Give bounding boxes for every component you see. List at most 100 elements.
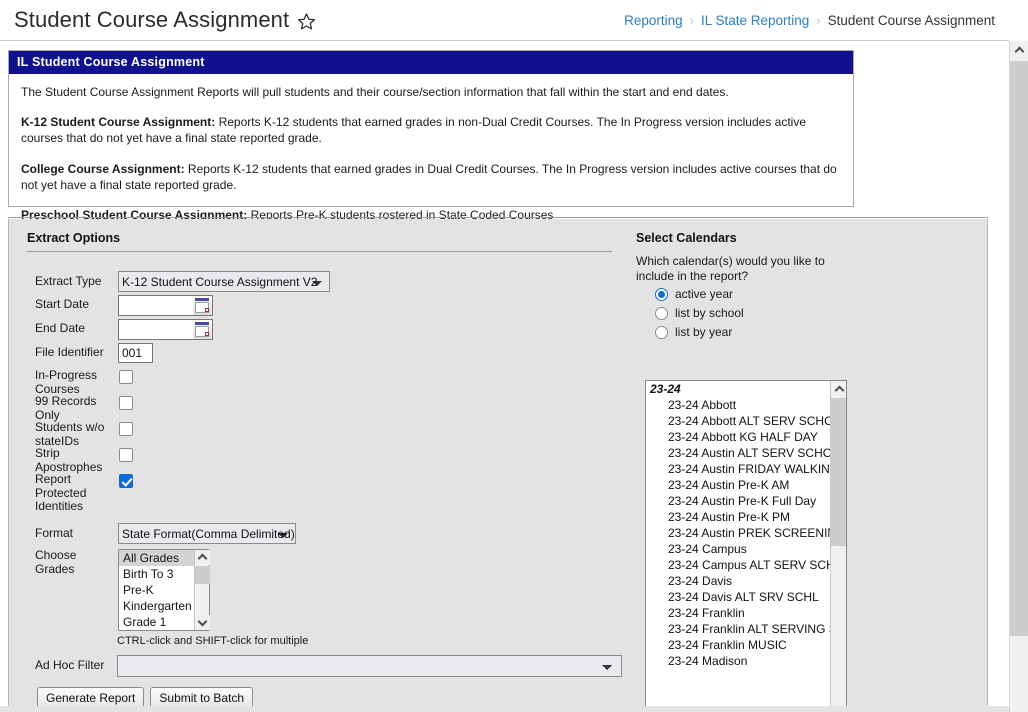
- format-label: Format: [35, 526, 74, 540]
- report-protected-identities-row: Report Protected Identities: [35, 472, 133, 514]
- page-scrollbar[interactable]: [1009, 41, 1028, 712]
- description-card: IL Student Course Assignment The Student…: [8, 50, 854, 222]
- report-protected-identities-checkbox[interactable]: [119, 474, 133, 488]
- list-item[interactable]: 23-24 Franklin: [646, 605, 830, 621]
- list-item[interactable]: 23-24 Abbott ALT SERV SCHOOL: [646, 413, 830, 429]
- extract-type-label: Extract Type: [35, 274, 102, 288]
- choose-grades-scrollbar[interactable]: [194, 550, 210, 630]
- 99-records-only-row: 99 Records Only: [35, 394, 133, 422]
- list-item[interactable]: 23-24 Austin FRIDAY WALKINS: [646, 461, 830, 477]
- content-divider: [8, 217, 988, 218]
- radio-list-by-school[interactable]: list by school: [655, 306, 744, 320]
- strip-apostrophes-label: Strip Apostrophes: [35, 446, 103, 474]
- radio-active-year-label: active year: [675, 287, 734, 301]
- list-item[interactable]: 23-24 Franklin MUSIC: [646, 637, 830, 653]
- radio-list-by-school-label: list by school: [675, 306, 744, 320]
- breadcrumb-item-current: Student Course Assignment: [827, 12, 995, 28]
- radio-list-by-school-input[interactable]: [655, 306, 668, 320]
- scrollbar-thumb[interactable]: [195, 566, 210, 584]
- scrollbar-thumb[interactable]: [831, 398, 846, 546]
- students-wo-stateids-checkbox[interactable]: [119, 422, 133, 436]
- choose-grades-label: Choose Grades: [35, 548, 77, 576]
- chevron-up-icon[interactable]: [831, 381, 846, 397]
- radio-list-by-year-label: list by year: [675, 325, 733, 339]
- description-paragraph-text: The Student Course Assignment Reports wi…: [21, 85, 729, 99]
- list-item[interactable]: 23-24 Campus: [646, 541, 830, 557]
- list-item[interactable]: 23-24 Abbott KG HALF DAY: [646, 429, 830, 445]
- calendar-list[interactable]: 23-24 23-24 Abbott 23-24 Abbott ALT SERV…: [645, 380, 847, 712]
- list-item[interactable]: 23-24 Austin Pre-K AM: [646, 477, 830, 493]
- file-identifier-label: File Identifier: [35, 345, 104, 359]
- chevron-right-icon: ›: [816, 12, 821, 28]
- format-select[interactable]: State Format(Comma Delimited): [118, 523, 296, 544]
- calendar-list-scrollbar[interactable]: [830, 381, 846, 712]
- chevron-up-icon[interactable]: [195, 550, 210, 565]
- students-wo-stateids-row: Students w/o stateIDs: [35, 420, 133, 448]
- list-item[interactable]: 23-24 Austin ALT SERV SCHOOL: [646, 445, 830, 461]
- end-date-row: End Date: [35, 319, 213, 340]
- extract-options-title: Extract Options: [27, 231, 121, 245]
- radio-active-year-input[interactable]: [655, 287, 668, 301]
- ad-hoc-filter-select[interactable]: [117, 655, 622, 677]
- description-banner-title: IL Student Course Assignment: [9, 51, 853, 74]
- list-item[interactable]: 23-24 Campus ALT SERV SCHOOL: [646, 557, 830, 573]
- list-item[interactable]: 23-24 Davis: [646, 573, 830, 589]
- 99-records-only-checkbox[interactable]: [119, 396, 133, 410]
- radio-active-year[interactable]: active year: [655, 287, 744, 301]
- extract-options-panel: Extract Options Extract Type K-12 Studen…: [9, 219, 629, 710]
- description-paragraph-label: K-12 Student Course Assignment:: [21, 115, 216, 130]
- description-paragraph-label: College Course Assignment:: [21, 161, 185, 176]
- start-date-input[interactable]: [118, 295, 193, 316]
- list-item[interactable]: 23-24 Austin PREK SCREENING: [646, 525, 830, 541]
- list-item[interactable]: 23-24 Austin Pre-K Full Day: [646, 493, 830, 509]
- list-item[interactable]: 23-24 Madison: [646, 653, 830, 669]
- list-item[interactable]: 23-24 Franklin ALT SERVING SCH: [646, 621, 830, 637]
- radio-list-by-year[interactable]: list by year: [655, 325, 744, 339]
- radio-list-by-year-input[interactable]: [655, 325, 668, 339]
- list-item[interactable]: 23-24 Abbott: [646, 397, 830, 413]
- select-calendars-title: Select Calendars: [636, 231, 737, 245]
- chevron-down-icon[interactable]: [195, 615, 210, 630]
- extract-type-row: Extract Type K-12 Student Course Assignm…: [35, 271, 330, 292]
- calendar-icon[interactable]: [193, 319, 213, 340]
- calendar-list-items: 23-24 23-24 Abbott 23-24 Abbott ALT SERV…: [646, 381, 830, 712]
- ad-hoc-filter-row: Ad Hoc Filter: [35, 655, 622, 677]
- start-date-row: Start Date: [35, 295, 213, 316]
- list-item[interactable]: 23-24 Davis ALT SRV SCHL: [646, 589, 830, 605]
- list-item[interactable]: 23-24 Austin Pre-K PM: [646, 509, 830, 525]
- end-date-label: End Date: [35, 321, 86, 335]
- file-identifier-input[interactable]: [118, 343, 153, 363]
- description-paragraph: The Student Course Assignment Reports wi…: [21, 84, 841, 100]
- star-icon[interactable]: [297, 9, 316, 31]
- 99-records-only-label: 99 Records Only: [35, 394, 97, 422]
- start-date-label: Start Date: [35, 297, 90, 311]
- file-identifier-row: File Identifier: [35, 343, 153, 363]
- bottom-strip: [0, 706, 1009, 712]
- breadcrumb-item-reporting[interactable]: Reporting: [624, 13, 683, 28]
- page-title: Student Course Assignment: [14, 7, 290, 32]
- select-calendars-question: Which calendar(s) would you like to incl…: [636, 254, 825, 283]
- application-window: Student Course Assignment Reporting › IL…: [0, 0, 1028, 712]
- end-date-input[interactable]: [118, 319, 193, 340]
- in-progress-courses-label: In-Progress Courses: [35, 368, 98, 396]
- calendar-group-header: 23-24: [650, 382, 681, 396]
- format-row: Format State Format(Comma Delimited): [35, 523, 296, 544]
- breadcrumb: Reporting › IL State Reporting › Student…: [624, 13, 1009, 28]
- extract-options-rule: [27, 251, 612, 252]
- description-body: The Student Course Assignment Reports wi…: [9, 74, 853, 223]
- ad-hoc-filter-label: Ad Hoc Filter: [35, 658, 105, 672]
- in-progress-courses-checkbox[interactable]: [119, 370, 133, 384]
- strip-apostrophes-row: Strip Apostrophes: [35, 446, 133, 474]
- strip-apostrophes-checkbox[interactable]: [119, 448, 133, 462]
- calendar-icon[interactable]: [193, 295, 213, 316]
- in-progress-courses-row: In-Progress Courses: [35, 368, 133, 396]
- select-calendars-panel: Select Calendars Which calendar(s) would…: [629, 219, 989, 712]
- choose-grades-row: Choose Grades All Grades Birth To 3 Pre-…: [35, 548, 210, 632]
- chevron-right-icon: ›: [689, 12, 694, 28]
- chevron-up-icon[interactable]: [1010, 41, 1028, 60]
- description-paragraph: College Course Assignment: Reports K-12 …: [21, 161, 841, 193]
- breadcrumb-item-il-state-reporting[interactable]: IL State Reporting: [701, 13, 809, 28]
- options-region: Extract Options Extract Type K-12 Studen…: [8, 219, 989, 712]
- scrollbar-thumb[interactable]: [1010, 61, 1028, 636]
- extract-type-select[interactable]: K-12 Student Course Assignment V2: [118, 271, 330, 292]
